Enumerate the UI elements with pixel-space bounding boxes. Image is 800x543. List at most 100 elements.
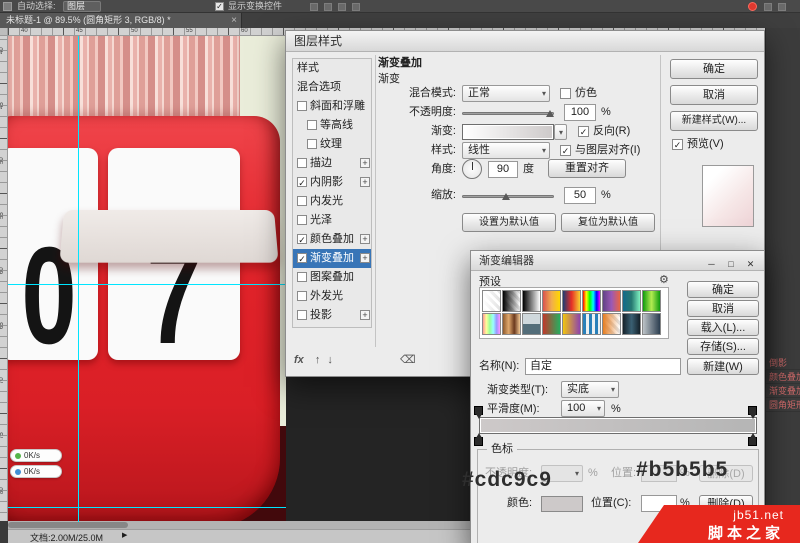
name-field[interactable]: 自定	[525, 358, 681, 375]
layers-panel-item[interactable]: 渐变叠加	[766, 384, 800, 398]
gradient-preset-swatch[interactable]	[562, 290, 581, 312]
reset-default-button[interactable]: 复位为默认值	[561, 213, 655, 232]
effect-checkbox[interactable]	[297, 196, 307, 206]
delete-effect-icon[interactable]: ⌫	[400, 354, 416, 366]
align-icon[interactable]	[310, 3, 318, 11]
style-list-item[interactable]: 外发光	[293, 287, 371, 306]
smoothness-field[interactable]: 100 ▾	[561, 400, 605, 417]
dither-checkbox[interactable]	[560, 88, 571, 99]
vertical-ruler[interactable]: 40 45 50 55 60 65 70 75 80	[0, 28, 8, 522]
gradient-preset-swatch[interactable]	[622, 313, 641, 335]
gradient-preset-swatch[interactable]	[642, 290, 661, 312]
fx-icon[interactable]: fx	[294, 354, 304, 366]
gradient-picker-button[interactable]: ▾	[554, 124, 567, 140]
effect-checkbox[interactable]	[297, 101, 307, 111]
close-icon[interactable]: ✕	[744, 254, 759, 274]
minimize-icon[interactable]: ─	[705, 254, 720, 274]
preview-checkbox[interactable]: ✓	[672, 139, 683, 150]
style-list-item[interactable]: 斜面和浮雕	[293, 97, 371, 116]
presets-menu-gear-icon[interactable]: ⚙	[659, 273, 669, 286]
panel-icon[interactable]	[764, 3, 772, 11]
effect-checkbox[interactable]: ✓	[297, 253, 307, 264]
move-effect-up-icon[interactable]: ↑	[315, 354, 321, 366]
gradient-strip[interactable]	[479, 417, 757, 434]
align-icon[interactable]	[324, 3, 332, 11]
style-list-item[interactable]: 等高线	[293, 116, 371, 135]
align-layer-checkbox[interactable]: ✓	[560, 145, 571, 156]
reset-align-button[interactable]: 重置对齐	[548, 159, 626, 178]
add-effect-icon[interactable]: +	[360, 158, 370, 168]
style-list-item[interactable]: 图案叠加	[293, 268, 371, 287]
dialog-title-bar[interactable]: 图层样式	[286, 31, 764, 52]
effect-checkbox[interactable]: ✓	[297, 177, 307, 188]
scale-value[interactable]: 50	[564, 187, 596, 204]
blend-mode-dropdown[interactable]: 正常 ▾	[462, 85, 550, 102]
style-list-item[interactable]: 纹理	[293, 135, 371, 154]
effect-checkbox[interactable]	[297, 310, 307, 320]
cancel-button[interactable]: 取消	[687, 300, 759, 317]
add-effect-icon[interactable]: +	[360, 234, 370, 244]
new-style-button[interactable]: 新建样式(W)...	[670, 111, 758, 131]
reverse-checkbox[interactable]: ✓	[578, 126, 589, 137]
gradient-preset-swatch[interactable]	[602, 290, 621, 312]
move-tool-icon[interactable]	[3, 2, 12, 11]
effect-checkbox[interactable]	[297, 158, 307, 168]
layers-panel-item[interactable]: 倒影	[766, 356, 800, 370]
stop-color-swatch[interactable]	[541, 496, 583, 512]
horizontal-guide[interactable]	[8, 507, 286, 508]
color-stop-left[interactable]	[474, 433, 483, 446]
gradient-preset-swatch[interactable]	[482, 290, 501, 312]
set-default-button[interactable]: 设置为默认值	[462, 213, 556, 232]
style-list-item[interactable]: 样式	[293, 59, 371, 78]
style-dropdown[interactable]: 线性 ▾	[462, 142, 550, 159]
gradient-swatch[interactable]	[462, 124, 554, 140]
new-gradient-button[interactable]: 新建(W)	[687, 358, 759, 375]
color-stop-right[interactable]	[748, 433, 757, 446]
scrollbar-thumb[interactable]	[8, 522, 128, 528]
auto-select-dropdown[interactable]: 图层	[63, 1, 101, 12]
scale-slider-thumb[interactable]	[502, 193, 510, 200]
load-button[interactable]: 载入(L)...	[687, 319, 759, 336]
gradient-preset-swatch[interactable]	[642, 313, 661, 335]
effect-checkbox[interactable]	[307, 120, 317, 130]
dialog-title-bar[interactable]: 渐变编辑器 ─ □ ✕	[471, 251, 764, 271]
style-list-item[interactable]: ✓ 渐变叠加 +	[293, 249, 371, 268]
layers-panel-item[interactable]: 圆角矩形 2 拷贝	[766, 398, 800, 412]
tab-close-icon[interactable]: ×	[231, 13, 237, 28]
gradient-preset-swatch[interactable]	[542, 313, 561, 335]
status-flyout-icon[interactable]: ▶	[122, 531, 127, 539]
panel-icon[interactable]	[778, 3, 786, 11]
style-list-item[interactable]: 描边 +	[293, 154, 371, 173]
effect-checkbox[interactable]	[307, 139, 317, 149]
gradient-preset-swatch[interactable]	[502, 313, 521, 335]
gradient-preset-swatch[interactable]	[482, 313, 501, 335]
gradient-preset-swatch[interactable]	[502, 290, 521, 312]
layers-panel-item[interactable]: 颜色叠加	[766, 370, 800, 384]
style-list-item[interactable]: ✓ 颜色叠加 +	[293, 230, 371, 249]
opacity-slider[interactable]	[462, 112, 554, 115]
gradient-preset-swatch[interactable]	[522, 313, 541, 335]
style-list-item[interactable]: 内发光	[293, 192, 371, 211]
cancel-button[interactable]: 取消	[670, 85, 758, 105]
align-icon[interactable]	[352, 3, 360, 11]
show-transform-checkbox[interactable]: ✓	[215, 2, 224, 11]
style-list-item[interactable]: 混合选项	[293, 78, 371, 97]
gradient-type-dropdown[interactable]: 实底 ▾	[561, 381, 619, 398]
opacity-value[interactable]: 100	[564, 104, 596, 121]
document-tab[interactable]: 未标题-1 @ 89.5% (圆角矩形 3, RGB/8) * ×	[0, 13, 242, 28]
opacity-stop-left[interactable]	[474, 406, 483, 419]
gradient-preset-swatch[interactable]	[582, 313, 601, 335]
move-effect-down-icon[interactable]: ↓	[327, 354, 333, 366]
opacity-stop-right[interactable]	[748, 406, 757, 419]
gradient-preset-swatch[interactable]	[562, 313, 581, 335]
angle-dial[interactable]	[462, 159, 482, 179]
effect-checkbox[interactable]	[297, 215, 307, 225]
vertical-guide[interactable]	[78, 36, 79, 522]
effect-checkbox[interactable]	[297, 291, 307, 301]
add-effect-icon[interactable]: +	[360, 310, 370, 320]
gradient-preset-swatch[interactable]	[542, 290, 561, 312]
opacity-slider-thumb[interactable]	[546, 110, 554, 117]
effect-checkbox[interactable]: ✓	[297, 234, 307, 245]
style-list-item[interactable]: ✓ 内阴影 +	[293, 173, 371, 192]
maximize-icon[interactable]: □	[724, 254, 739, 274]
